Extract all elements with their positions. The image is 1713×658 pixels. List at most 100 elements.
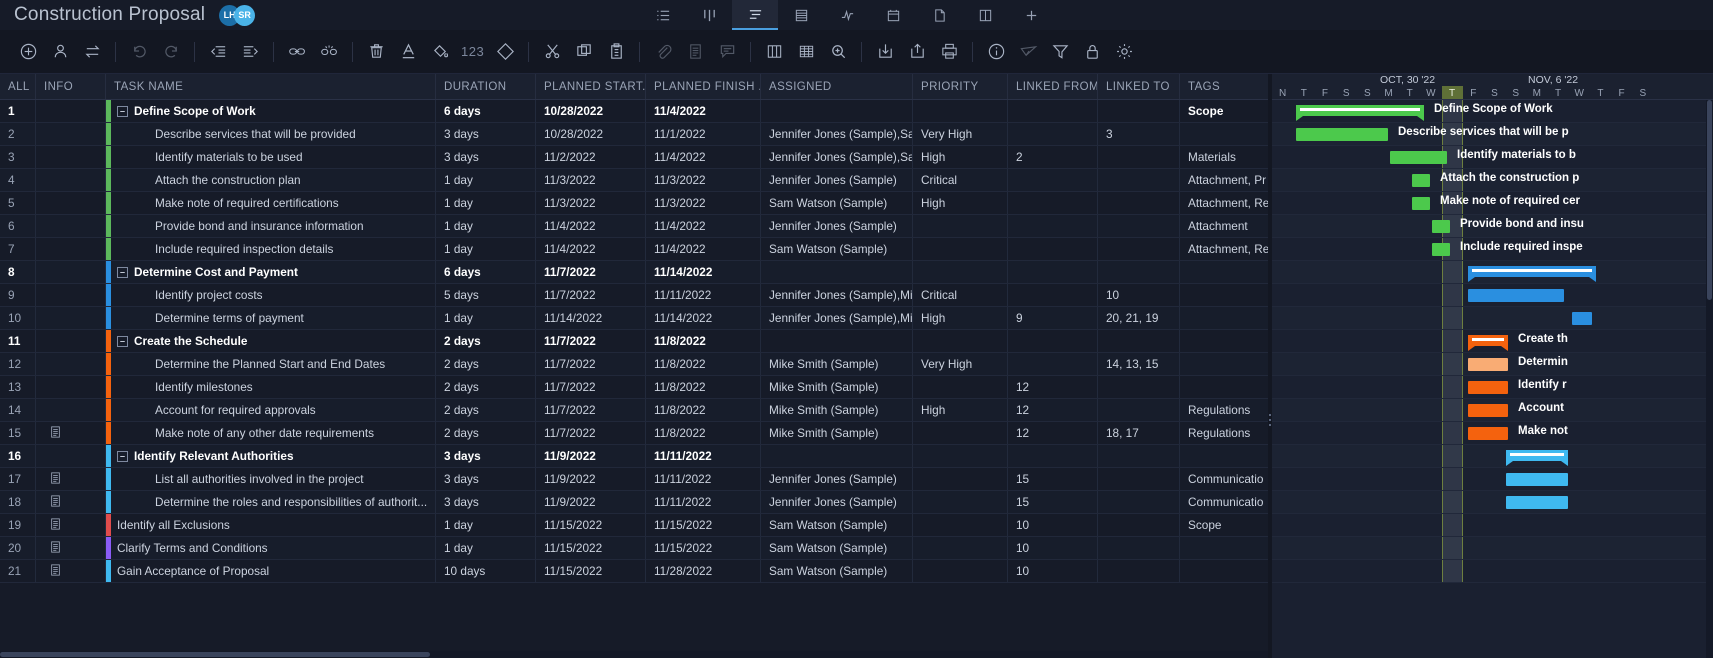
gantt-task-bar[interactable] [1412, 174, 1430, 187]
task-name-cell[interactable]: Identify all Exclusions [106, 514, 436, 536]
task-name-cell[interactable]: Make note of required certifications [106, 192, 436, 214]
planned-finish-cell[interactable]: 11/4/2022 [646, 215, 761, 237]
gantt-task-bar[interactable] [1572, 312, 1592, 325]
task-name-cell[interactable]: Describe services that will be provided [106, 123, 436, 145]
priority-cell[interactable] [913, 261, 1008, 283]
row-note-icon[interactable] [50, 495, 61, 510]
print-button[interactable] [935, 38, 963, 66]
gantt-row[interactable]: Attach the construction p [1272, 169, 1713, 192]
table-row[interactable]: 17List all authorities involved in the p… [0, 468, 1272, 491]
table-row[interactable]: 6Provide bond and insurance information1… [0, 215, 1272, 238]
row-info-cell[interactable] [36, 491, 106, 513]
table-row[interactable]: 3Identify materials to be used3 days11/2… [0, 146, 1272, 169]
linked-from-cell[interactable]: 9 [1008, 307, 1098, 329]
collapse-toggle[interactable]: – [117, 267, 128, 278]
duration-cell[interactable]: 3 days [436, 146, 536, 168]
import-button[interactable] [871, 38, 899, 66]
link-tasks-button[interactable] [283, 38, 311, 66]
cut-button[interactable] [538, 38, 566, 66]
linked-from-cell[interactable]: 12 [1008, 422, 1098, 444]
duration-cell[interactable]: 3 days [436, 468, 536, 490]
planned-start-cell[interactable]: 11/9/2022 [536, 445, 646, 467]
gantt-task-bar[interactable] [1390, 151, 1447, 164]
linked-from-cell[interactable]: 10 [1008, 537, 1098, 559]
tab-document-view[interactable] [916, 0, 962, 30]
linked-from-cell[interactable] [1008, 100, 1098, 122]
priority-cell[interactable] [913, 238, 1008, 260]
linked-from-cell[interactable] [1008, 123, 1098, 145]
row-info-cell[interactable] [36, 284, 106, 306]
assigned-cell[interactable]: Jennifer Jones (Sample),Sam [761, 123, 913, 145]
priority-cell[interactable] [913, 422, 1008, 444]
assigned-cell[interactable]: Mike Smith (Sample) [761, 376, 913, 398]
task-name-cell[interactable]: Gain Acceptance of Proposal [106, 560, 436, 582]
table-row[interactable]: 15Make note of any other date requiremen… [0, 422, 1272, 445]
notes-button[interactable] [681, 38, 709, 66]
duration-cell[interactable]: 3 days [436, 123, 536, 145]
linked-to-cell[interactable] [1098, 330, 1180, 352]
tags-cell[interactable]: Materials [1180, 146, 1272, 168]
linked-to-cell[interactable] [1098, 192, 1180, 214]
planned-start-cell[interactable]: 11/15/2022 [536, 514, 646, 536]
planned-start-cell[interactable]: 11/14/2022 [536, 307, 646, 329]
linked-to-cell[interactable] [1098, 468, 1180, 490]
planned-start-cell[interactable]: 10/28/2022 [536, 123, 646, 145]
tab-workload-view[interactable] [824, 0, 870, 30]
priority-cell[interactable]: Very High [913, 123, 1008, 145]
table-row[interactable]: 5Make note of required certifications1 d… [0, 192, 1272, 215]
task-name-cell[interactable]: Identify materials to be used [106, 146, 436, 168]
linked-to-cell[interactable] [1098, 215, 1180, 237]
gantt-task-bar[interactable] [1468, 358, 1508, 371]
row-info-cell[interactable] [36, 353, 106, 375]
linked-from-cell[interactable] [1008, 238, 1098, 260]
gantt-row[interactable]: Account [1272, 399, 1713, 422]
row-info-cell[interactable] [36, 192, 106, 214]
table-row[interactable]: 19Identify all Exclusions1 day11/15/2022… [0, 514, 1272, 537]
table-row[interactable]: 11–Create the Schedule2 days11/7/202211/… [0, 330, 1272, 353]
convert-button[interactable] [78, 38, 106, 66]
planned-finish-cell[interactable]: 11/8/2022 [646, 376, 761, 398]
planned-start-cell[interactable]: 11/2/2022 [536, 146, 646, 168]
gantt-task-bar[interactable] [1468, 427, 1508, 440]
gantt-task-bar[interactable] [1412, 197, 1430, 210]
table-row[interactable]: 8–Determine Cost and Payment6 days11/7/2… [0, 261, 1272, 284]
table-row[interactable]: 12Determine the Planned Start and End Da… [0, 353, 1272, 376]
gantt-row[interactable]: Create th [1272, 330, 1713, 353]
unlink-tasks-button[interactable] [315, 38, 343, 66]
row-info-cell[interactable] [36, 514, 106, 536]
tab-board-view[interactable] [686, 0, 732, 30]
row-note-icon[interactable] [50, 518, 61, 533]
task-name-cell[interactable]: List all authorities involved in the pro… [106, 468, 436, 490]
gantt-task-bar[interactable] [1468, 381, 1508, 394]
column-header-duration[interactable]: DURATION [436, 74, 536, 99]
duration-cell[interactable]: 1 day [436, 238, 536, 260]
attachment-button[interactable] [649, 38, 677, 66]
linked-from-cell[interactable]: 10 [1008, 560, 1098, 582]
planned-finish-cell[interactable]: 11/3/2022 [646, 192, 761, 214]
linked-from-cell[interactable] [1008, 284, 1098, 306]
gantt-row[interactable]: Make note of required cer [1272, 192, 1713, 215]
gantt-row[interactable]: Determin [1272, 353, 1713, 376]
tab-gantt-view[interactable] [732, 0, 778, 30]
grid-button[interactable] [792, 38, 820, 66]
task-name-cell[interactable]: –Identify Relevant Authorities [106, 445, 436, 467]
duration-cell[interactable]: 3 days [436, 445, 536, 467]
planned-start-cell[interactable]: 11/4/2022 [536, 238, 646, 260]
planned-finish-cell[interactable]: 11/14/2022 [646, 307, 761, 329]
duration-cell[interactable]: 2 days [436, 353, 536, 375]
linked-from-cell[interactable] [1008, 169, 1098, 191]
planned-finish-cell[interactable]: 11/15/2022 [646, 537, 761, 559]
linked-from-cell[interactable]: 12 [1008, 399, 1098, 421]
table-row[interactable]: 21Gain Acceptance of Proposal10 days11/1… [0, 560, 1272, 583]
planned-start-cell[interactable]: 11/4/2022 [536, 215, 646, 237]
assigned-cell[interactable]: Sam Watson (Sample) [761, 192, 913, 214]
planned-finish-cell[interactable]: 11/8/2022 [646, 399, 761, 421]
gantt-task-bar[interactable] [1468, 289, 1564, 302]
gantt-row[interactable] [1272, 537, 1713, 560]
vertical-scroll-thumb[interactable] [1707, 100, 1712, 300]
gantt-row[interactable] [1272, 307, 1713, 330]
info-button[interactable] [982, 38, 1010, 66]
planned-finish-cell[interactable]: 11/4/2022 [646, 146, 761, 168]
gantt-row[interactable] [1272, 491, 1713, 514]
assigned-cell[interactable]: Sam Watson (Sample) [761, 560, 913, 582]
